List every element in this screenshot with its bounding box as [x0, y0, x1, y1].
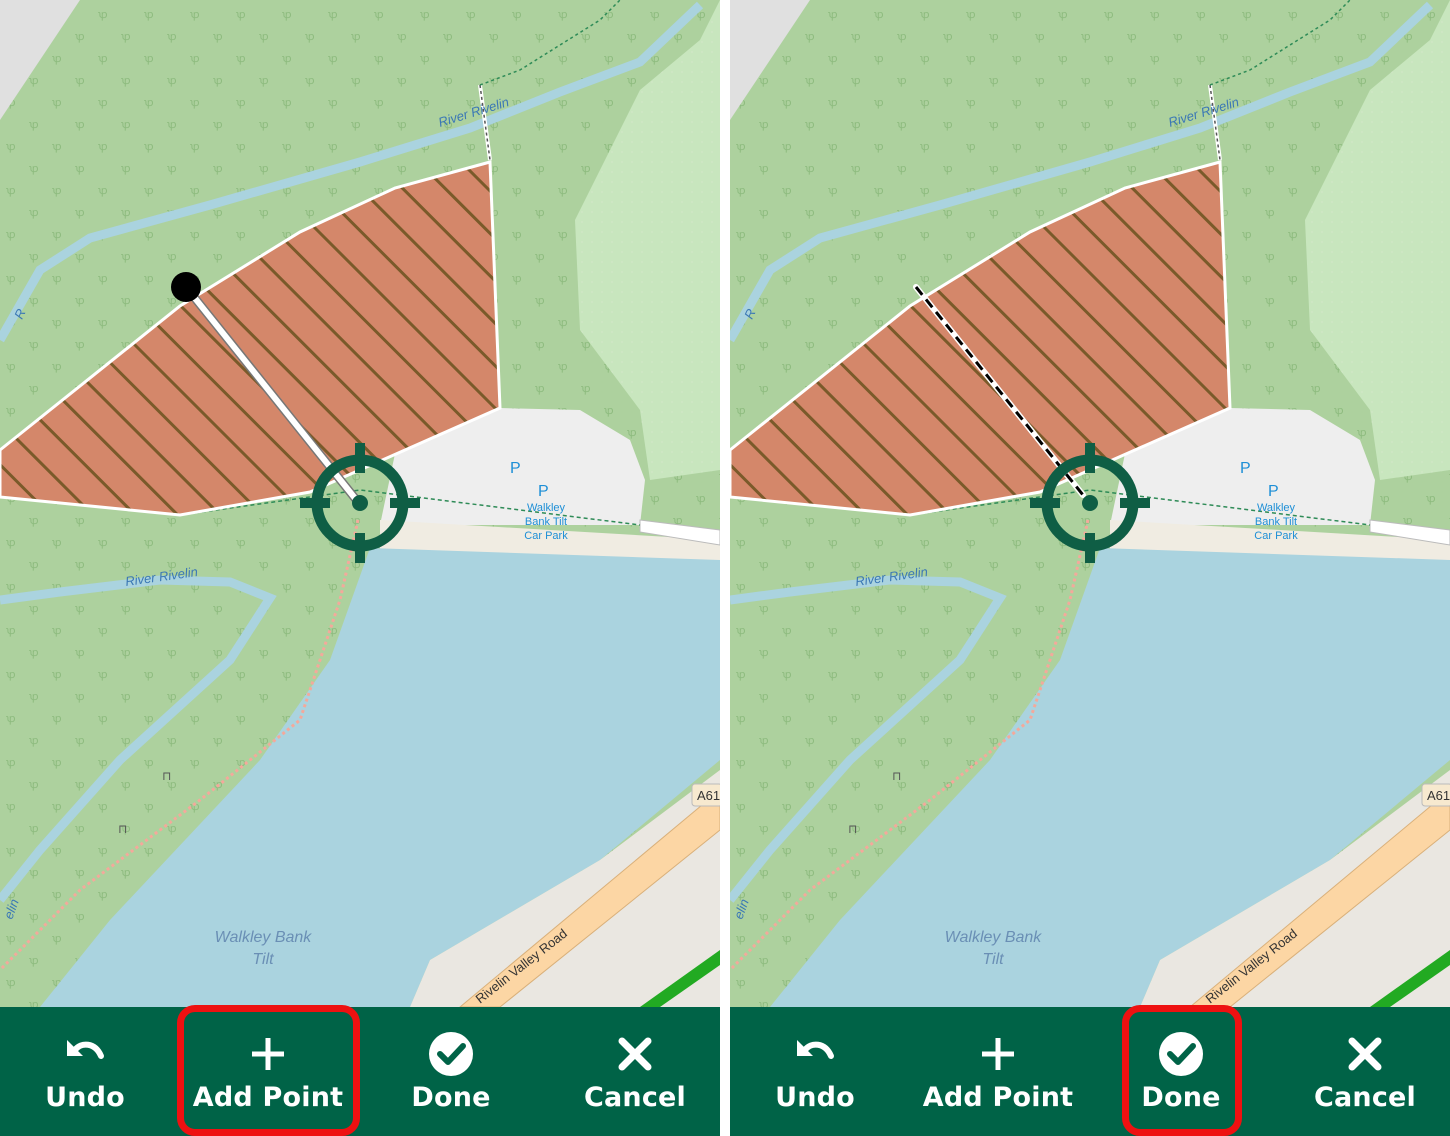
car-park-label: Car Park — [1254, 530, 1298, 542]
car-park-label: Car Park — [524, 530, 568, 542]
undo-button[interactable]: Undo — [730, 1007, 900, 1136]
lake-label: Walkley Bank — [945, 929, 1043, 946]
cancel-button[interactable]: Cancel — [550, 1007, 720, 1136]
edit-toolbar: Undo Add Point Done Cancel — [730, 1007, 1450, 1136]
panel-divider — [720, 0, 730, 1136]
parking-label: P — [1240, 460, 1251, 477]
map-view[interactable]: ꝕ ꝕ — [730, 0, 1450, 1007]
lake-label: Tilt — [982, 951, 1004, 968]
undo-icon — [797, 1040, 834, 1059]
road-ref-label: A61 — [1427, 788, 1450, 803]
map-panel-left: ꝕ ꝕ — [0, 0, 720, 1136]
lake-label: Tilt — [252, 951, 274, 968]
cancel-label: Cancel — [1313, 1082, 1417, 1113]
car-park-label: Bank Tilt — [1255, 516, 1297, 528]
undo-icon — [67, 1040, 104, 1059]
close-icon — [1348, 1037, 1382, 1071]
edit-toolbar: Undo Add Point Done Cancel — [0, 1007, 720, 1136]
add-point-button[interactable]: Add Point — [913, 1007, 1083, 1136]
done-button[interactable]: Done — [366, 1007, 536, 1136]
vertex-marker[interactable] — [171, 272, 201, 302]
plus-icon — [982, 1038, 1014, 1070]
highlight-done — [1122, 1005, 1242, 1136]
car-park-label: Bank Tilt — [525, 516, 567, 528]
undo-button[interactable]: Undo — [0, 1007, 170, 1136]
cancel-label: Cancel — [583, 1082, 687, 1113]
highlight-add-point — [177, 1005, 360, 1136]
undo-label: Undo — [775, 1082, 855, 1113]
picnic-icon: ⊓ — [118, 822, 127, 836]
parking-label: P — [538, 483, 549, 500]
picnic-icon: ⊓ — [892, 769, 901, 783]
cancel-button[interactable]: Cancel — [1280, 1007, 1450, 1136]
picnic-icon: ⊓ — [848, 822, 857, 836]
add-point-label: Add Point — [922, 1082, 1074, 1113]
parking-label: P — [510, 460, 521, 477]
close-icon — [618, 1037, 652, 1071]
car-park-label: Walkley — [1257, 502, 1296, 514]
lake-label: Walkley Bank — [215, 929, 313, 946]
car-park-label: Walkley — [527, 502, 566, 514]
parking-label: P — [1268, 483, 1279, 500]
road-ref-label: A61 — [697, 788, 720, 803]
picnic-icon: ⊓ — [162, 769, 171, 783]
check-circle-icon — [429, 1032, 473, 1076]
done-label: Done — [411, 1082, 491, 1113]
map-view[interactable]: ꝕ ꝕ — [0, 0, 720, 1007]
map-panel-right: ꝕ ꝕ — [730, 0, 1450, 1136]
undo-label: Undo — [45, 1082, 125, 1113]
